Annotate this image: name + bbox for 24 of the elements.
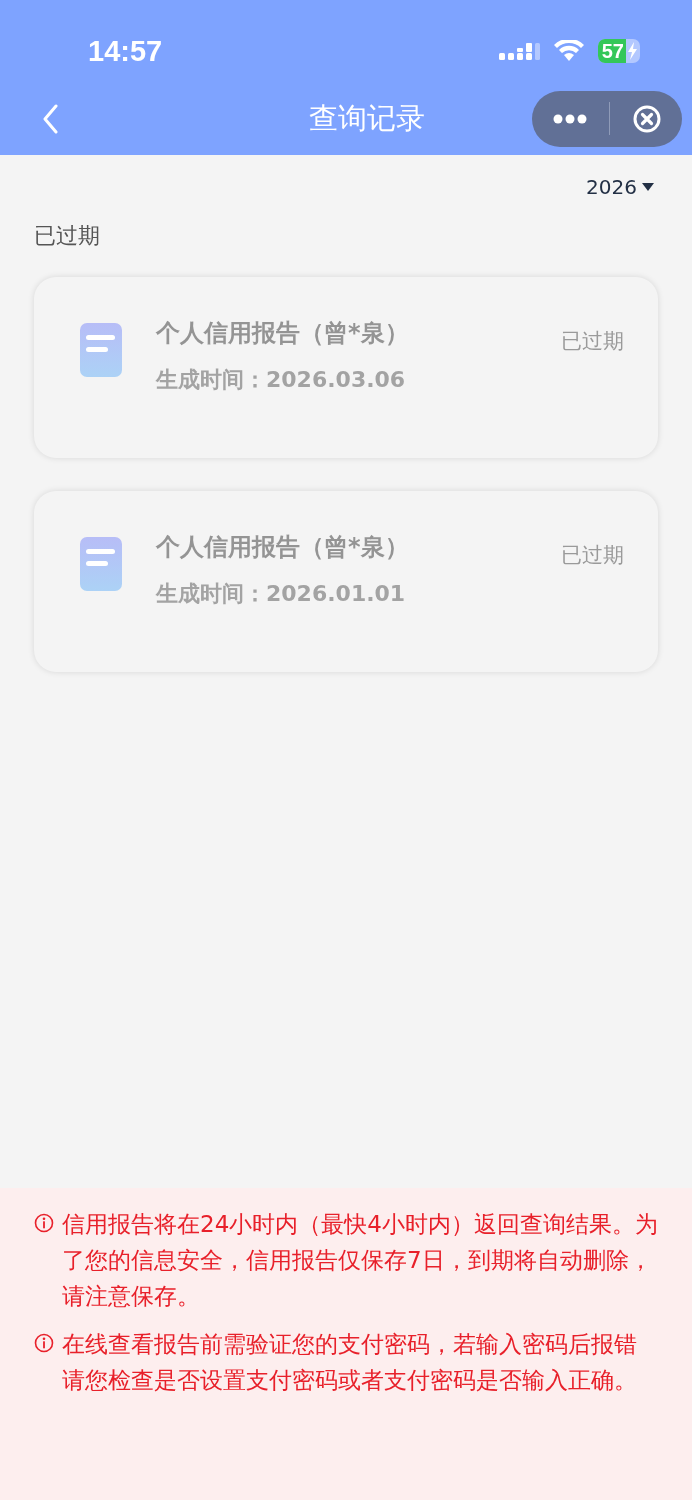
report-card[interactable]: 个人信用报告（曾*泉） 生成时间：2026.01.01 已过期 — [34, 491, 658, 672]
document-icon — [80, 323, 122, 377]
report-date: 生成时间：2026.03.06 — [156, 366, 407, 394]
report-title: 个人信用报告（曾*泉） — [156, 318, 410, 349]
caret-icon — [642, 183, 654, 191]
wifi-icon — [553, 40, 584, 62]
more-icon[interactable] — [553, 113, 587, 124]
battery-level: 57 — [597, 39, 626, 63]
report-date: 生成时间：2026.01.01 — [156, 580, 407, 608]
report-title: 个人信用报告（曾*泉） — [156, 532, 410, 563]
section-heading: 已过期 — [34, 222, 101, 250]
close-icon[interactable] — [633, 104, 661, 133]
status-time: 14:57 — [88, 34, 163, 68]
report-card[interactable]: 个人信用报告（曾*泉） 生成时间：2026.03.06 已过期 — [34, 277, 658, 458]
page-title: 查询记录 — [308, 99, 426, 137]
info-icon — [34, 1333, 54, 1353]
status-label: 已过期 — [561, 328, 624, 355]
notice-text: 在线查看报告前需验证您的支付密码，若输入密码后报错请您检查是否设置支付密码或者支付密码是否输入正确。 — [62, 1330, 638, 1395]
info-icon — [34, 1213, 54, 1233]
document-icon — [80, 537, 122, 591]
status-label: 已过期 — [561, 542, 624, 569]
year-dropdown[interactable]: 2026 — [586, 175, 654, 199]
signal-icon — [498, 42, 540, 60]
notice-text: 信用报告将在24小时内（最快4小时内）返回查询结果。为了您的信息安全，信用报告仅保存7日，到期将自动删除，请注意保存。 — [62, 1210, 658, 1311]
